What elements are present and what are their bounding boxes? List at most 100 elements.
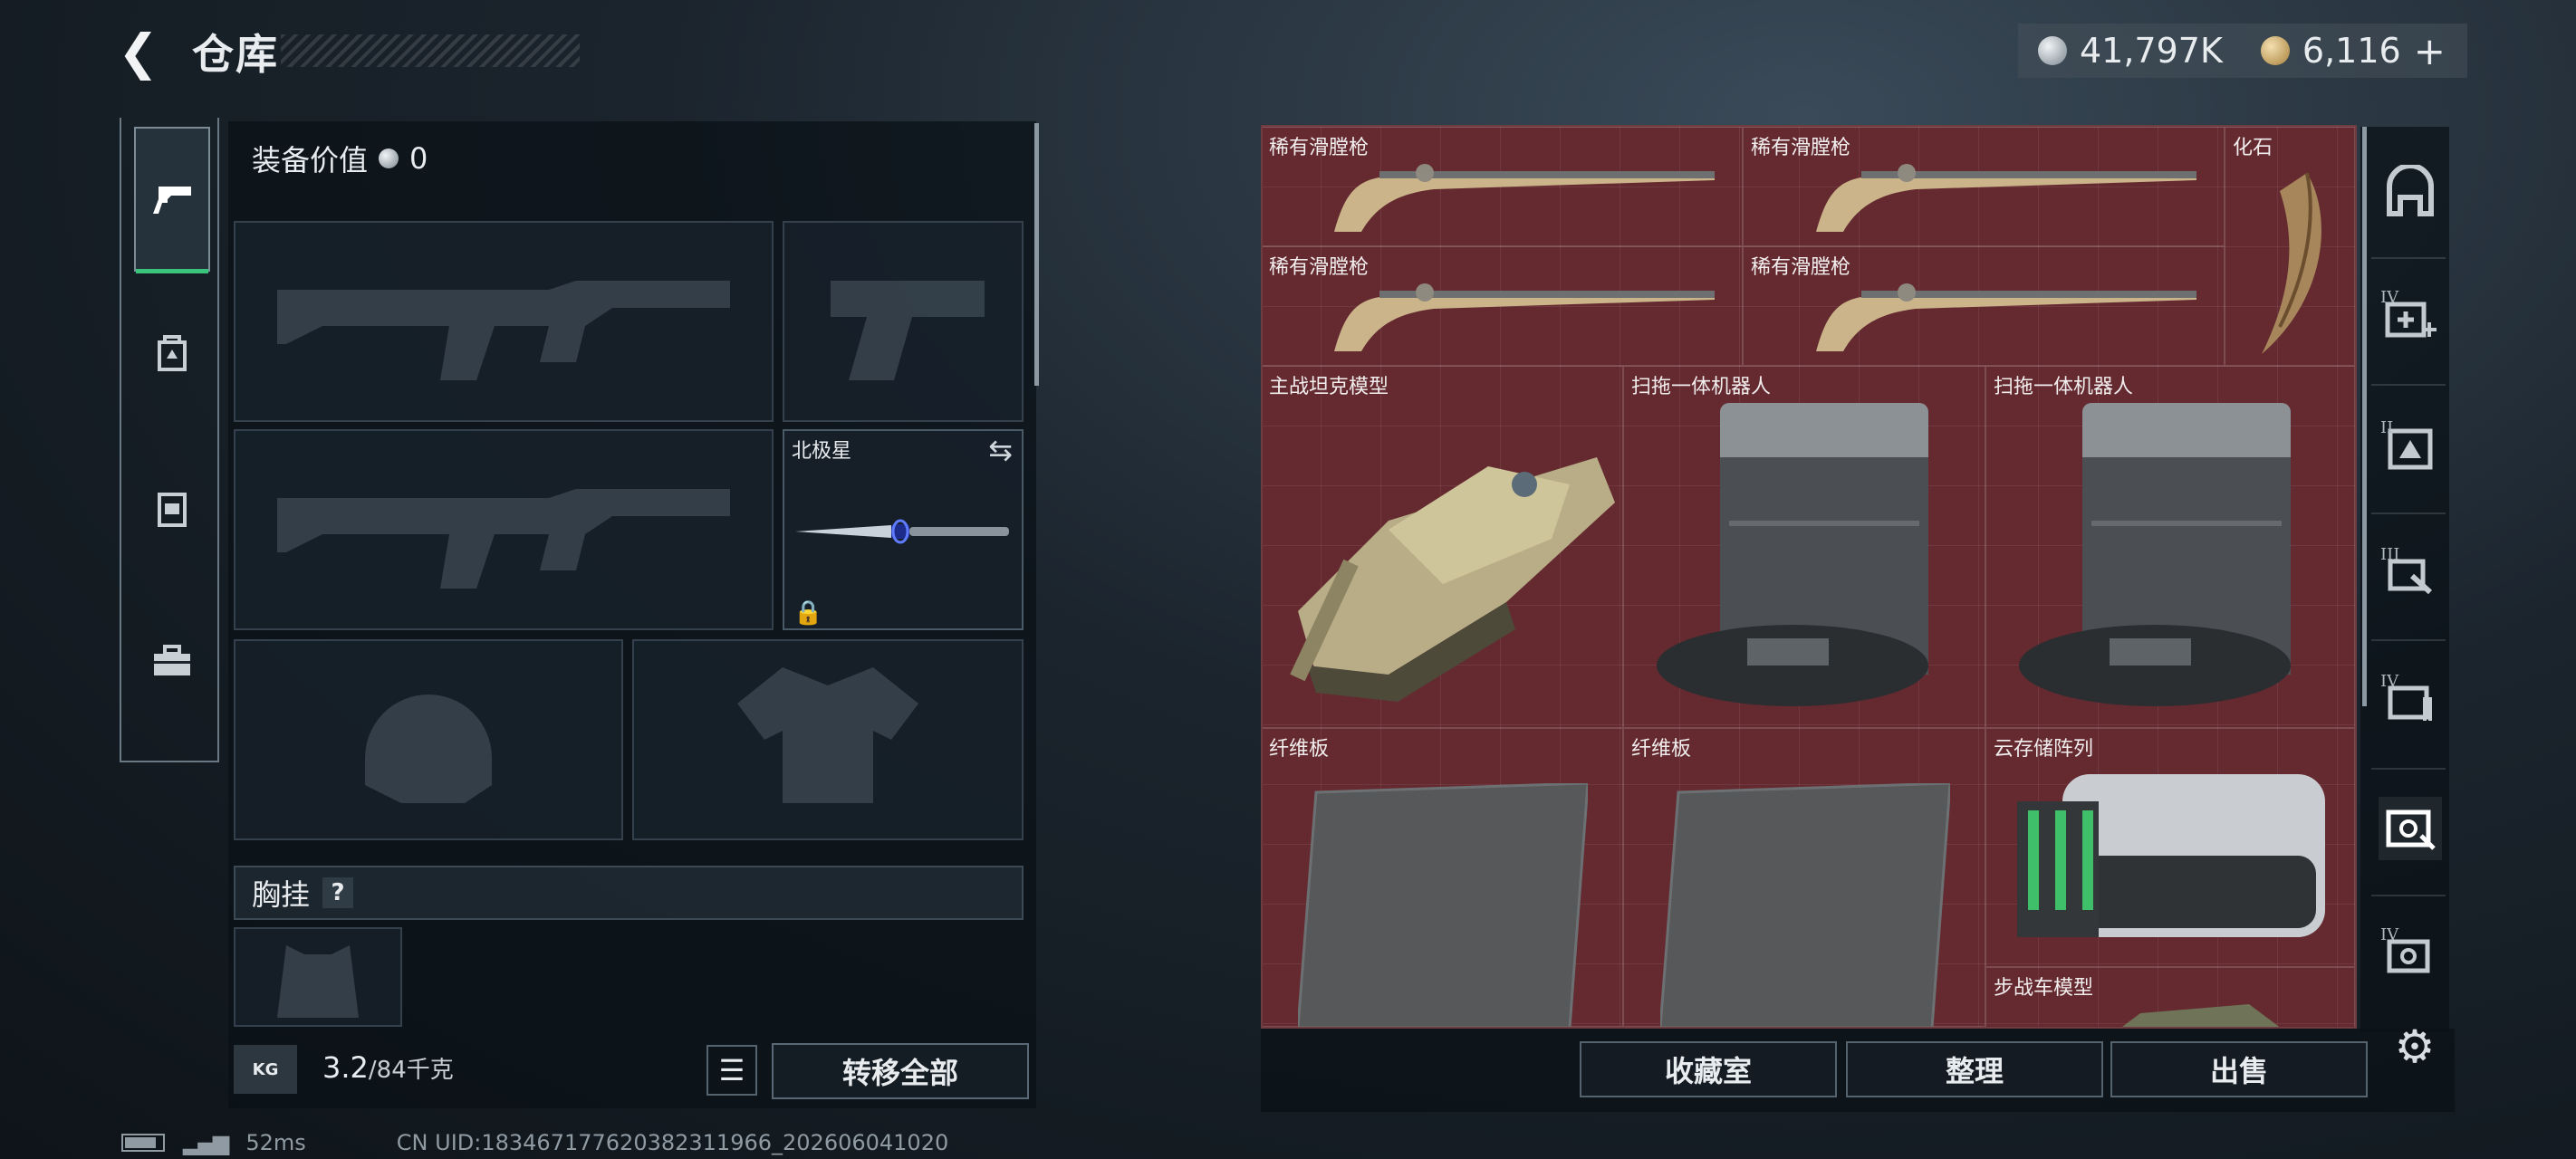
stash-item[interactable]: 纤维板 — [1623, 728, 1985, 1027]
stash-grid: 稀有滑膛枪 稀有滑膛枪 化石 稀有滑膛枪 稀有滑膛枪 主战坦克模型 扫拖一体机器… — [1261, 127, 2355, 1027]
rifle-placeholder-icon — [277, 281, 730, 380]
silver-currency-value: 41,797K — [2080, 31, 2223, 71]
tab-weapons[interactable] — [134, 127, 210, 273]
back-button[interactable]: ❮ — [118, 27, 172, 78]
tier-label: IV — [2380, 288, 2399, 307]
tank-model-icon — [1290, 457, 1615, 702]
stash-item[interactable]: 扫拖一体机器人 — [1623, 366, 1985, 728]
primary-weapon-slot-2[interactable] — [234, 429, 774, 630]
tier-label: III — [2380, 545, 2400, 564]
loadout-scrollbar[interactable] — [1034, 123, 1039, 386]
pistol-icon — [153, 187, 191, 214]
transfer-all-button[interactable]: 转移全部 — [772, 1043, 1029, 1099]
body-armor-slot[interactable] — [632, 639, 1024, 840]
tier-label: II — [2380, 418, 2394, 437]
melee-slot[interactable]: 北极星 ⇆ 🔒 — [783, 429, 1024, 630]
robot-vacuum-icon — [2019, 403, 2291, 706]
uid-text: CN UID:18346717762038231196​6_2026060410… — [396, 1130, 949, 1155]
medical-filter[interactable]: IV — [2379, 286, 2442, 350]
lock-icon: 🔒 — [793, 599, 823, 627]
tab-container[interactable] — [134, 436, 210, 581]
pistol-placeholder-icon — [831, 281, 985, 380]
stash-item[interactable]: 稀有滑膛枪 — [1261, 246, 1743, 366]
ping-value: 52ms — [245, 1130, 306, 1155]
chest-rig-slot[interactable] — [234, 927, 402, 1027]
top-bar: ❮ 仓库 41,797K 6,116 + — [0, 0, 2576, 109]
helmet-slot[interactable] — [234, 639, 623, 840]
signal-icon: ▂▄▆ — [183, 1130, 229, 1155]
tier-iv-collectible-filter[interactable]: IV — [2379, 924, 2442, 987]
item-name: 纤维板 — [1269, 738, 1330, 761]
swap-icon[interactable]: ⇆ — [988, 433, 1013, 467]
rifle-placeholder-icon — [277, 489, 730, 589]
silver-coin-icon — [2038, 36, 2067, 65]
vault-filter[interactable] — [2379, 159, 2442, 223]
collection-room-button[interactable]: 收藏室 — [1580, 1041, 1837, 1097]
sell-button[interactable]: 出售 — [2110, 1041, 2368, 1097]
collectible-icon — [2386, 809, 2436, 850]
fiberboard-icon — [1298, 783, 1588, 1027]
musket-icon — [1816, 164, 2196, 232]
weight-max: /84千克 — [368, 1057, 454, 1084]
list-icon: ☰ — [718, 1053, 745, 1087]
tier-iii-filter[interactable]: III — [2379, 543, 2442, 607]
tier-label: IV — [2380, 672, 2399, 691]
stash-item[interactable]: 步战车模型 — [1985, 967, 2355, 1027]
ifv-model-icon — [2122, 1004, 2280, 1027]
stash-item[interactable]: 主战坦克模型 — [1261, 366, 1623, 728]
stash-item[interactable]: 稀有滑膛枪 — [1743, 127, 2225, 246]
title-decoration — [281, 34, 580, 67]
tier-ii-filter[interactable]: II — [2379, 417, 2442, 480]
chest-rig-header: 胸挂 ? — [234, 866, 1024, 920]
vest-placeholder-icon — [277, 945, 359, 1018]
toolbox-icon — [154, 645, 190, 675]
stash-item[interactable]: 稀有滑膛枪 — [1743, 246, 2225, 366]
weight-icon: KG — [234, 1045, 297, 1094]
stash-item[interactable]: 纤维板 — [1261, 728, 1623, 1027]
list-view-button[interactable]: ☰ — [706, 1045, 757, 1096]
ammo-box-icon — [158, 335, 187, 371]
stash-scrollbar[interactable] — [2362, 127, 2367, 706]
item-name: 纤维板 — [1631, 738, 1692, 761]
gold-coin-icon — [2260, 36, 2290, 65]
tab-ammo[interactable] — [134, 281, 210, 426]
item-name: 步战车模型 — [1994, 977, 2094, 1000]
stash-item[interactable]: 扫拖一体机器人 — [1985, 366, 2355, 728]
knife-icon — [795, 519, 1009, 544]
category-tabs — [120, 118, 219, 762]
collectible-filter[interactable] — [2379, 797, 2442, 860]
musket-icon — [1334, 164, 1715, 232]
tab-toolbox[interactable] — [134, 589, 210, 733]
chevron-left-icon: ❮ — [118, 24, 159, 81]
container-icon — [158, 493, 187, 527]
page-title: 仓库 — [192, 30, 279, 79]
storage-array-icon — [2017, 774, 2325, 937]
settings-button[interactable]: ⚙ — [2388, 1020, 2442, 1074]
stash-item[interactable]: 稀有滑膛枪 — [1261, 127, 1743, 246]
sidearm-slot[interactable] — [783, 221, 1024, 422]
weight-value: 3.2 — [322, 1050, 369, 1085]
gold-currency-value: 6,116 — [2302, 31, 2401, 71]
tier-iv-filter[interactable]: IV — [2379, 670, 2442, 733]
vault-icon — [2387, 165, 2434, 216]
helmet-placeholder-icon — [365, 694, 492, 803]
musket-icon — [1334, 283, 1715, 351]
tier-label: IV — [2380, 925, 2399, 944]
sort-button[interactable]: 整理 — [1846, 1041, 2103, 1097]
battery-icon — [121, 1134, 165, 1152]
stash-item[interactable]: 化石 — [2225, 127, 2355, 366]
item-name: 主战坦克模型 — [1269, 376, 1389, 398]
silver-coin-icon — [379, 148, 399, 168]
primary-weapon-slot-1[interactable] — [234, 221, 774, 422]
gear-icon: ⚙ — [2394, 1020, 2436, 1073]
stash-item[interactable]: 云存储阵列 — [1985, 728, 2355, 967]
robot-vacuum-icon — [1657, 403, 1928, 706]
item-name: 化石 — [2233, 137, 2273, 159]
add-currency-button[interactable]: + — [2414, 29, 2446, 73]
help-button[interactable]: ? — [322, 877, 354, 908]
status-bar: ▂▄▆ 52ms CN UID:18346717762038231196​6_2… — [121, 1130, 948, 1155]
equip-value-amount: 0 — [409, 141, 428, 176]
fiberboard-icon — [1660, 783, 1950, 1027]
currency-bar: 41,797K 6,116 + — [2018, 24, 2467, 78]
fossil-claw-icon — [2262, 172, 2321, 354]
